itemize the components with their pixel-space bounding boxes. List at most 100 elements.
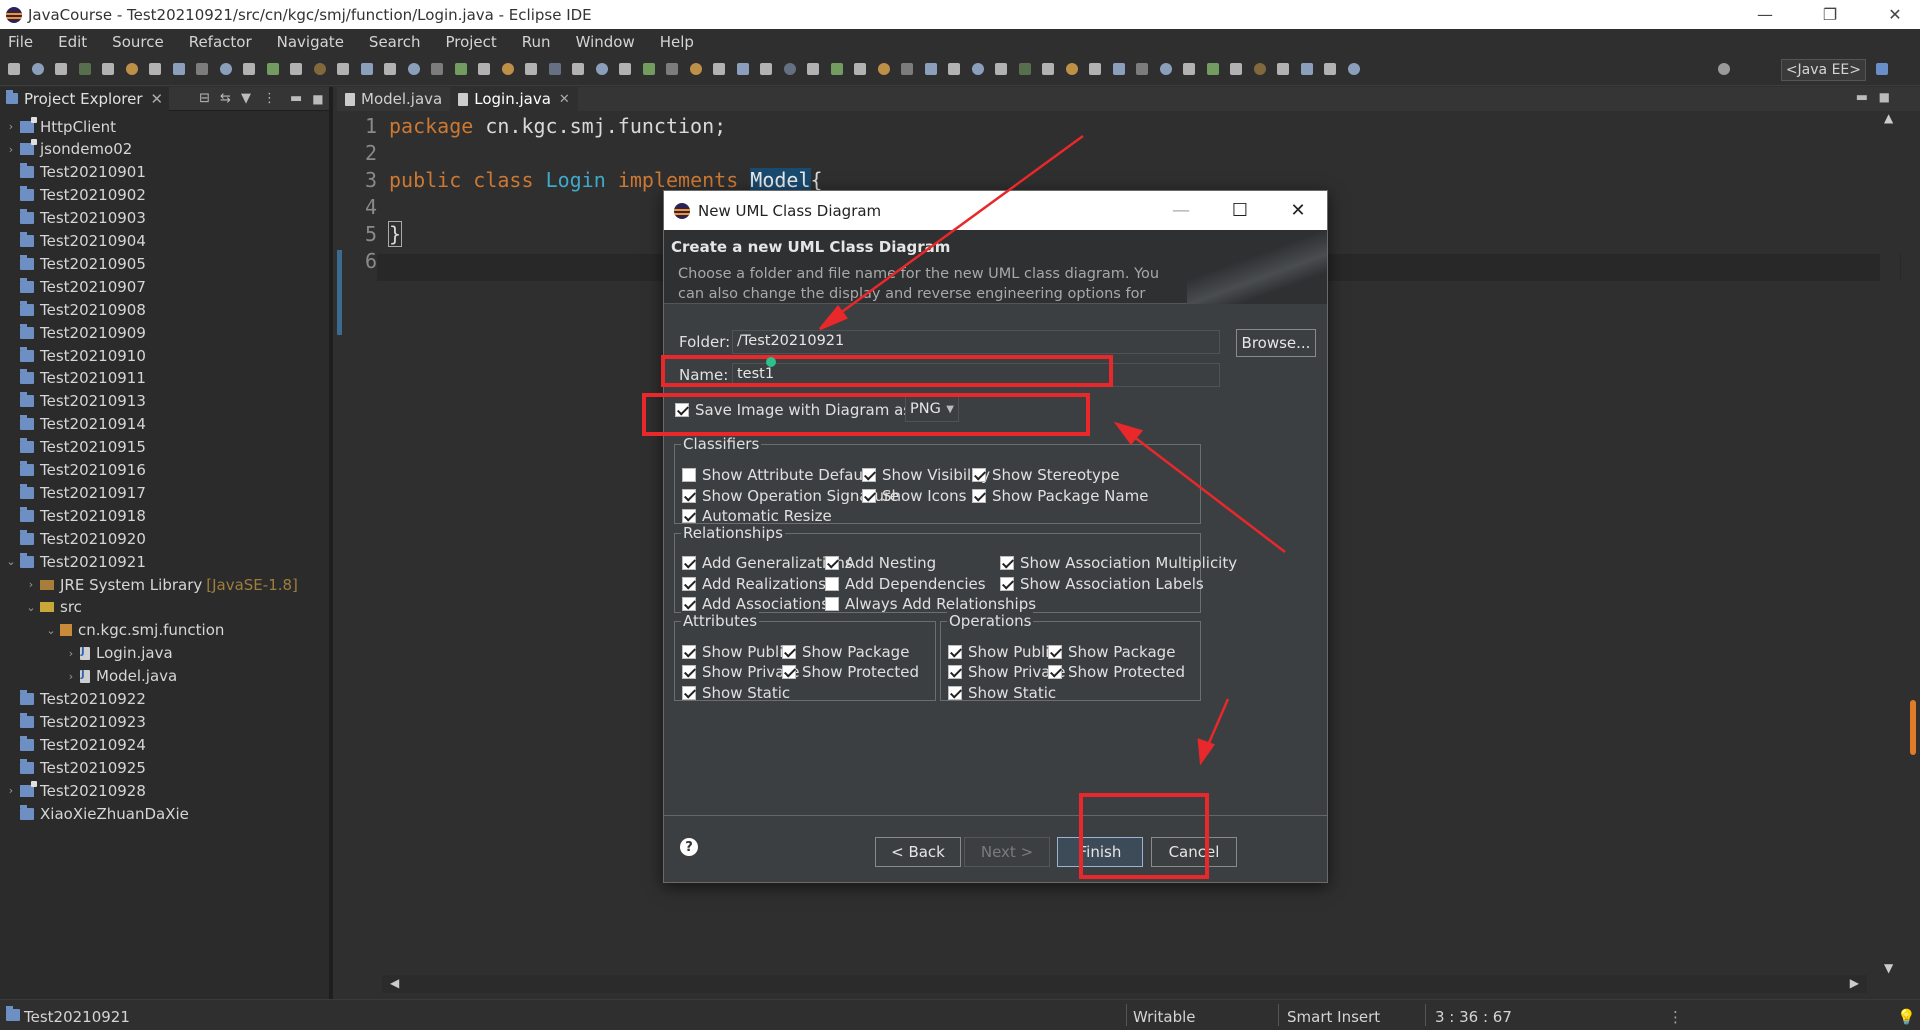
dialog-minimize-icon[interactable]: — <box>1152 191 1210 230</box>
menu-project[interactable]: Project <box>445 33 496 51</box>
attributes-checkbox[interactable]: Show Protected <box>782 661 919 683</box>
back-button[interactable]: < Back <box>875 837 961 867</box>
tree-item[interactable]: › jsondemo02 <box>0 138 132 161</box>
tree-item[interactable]: Test20210910 <box>0 344 146 367</box>
toolbar-button-icon[interactable] <box>219 63 232 75</box>
toolbar-button-icon[interactable] <box>1159 63 1172 75</box>
code-line-1[interactable]: package cn.kgc.smj.function; <box>389 114 726 138</box>
toolbar-button-icon[interactable] <box>125 63 138 75</box>
toolbar-button-icon[interactable] <box>1018 63 1031 75</box>
editor-vertical-scrollbar[interactable]: ▲ ▼ <box>1880 111 1900 975</box>
toolbar-button-icon[interactable] <box>1112 63 1125 75</box>
tree-item[interactable]: Test20210911 <box>0 367 146 390</box>
toolbar-button-icon[interactable] <box>8 63 20 75</box>
toolbar-button-icon[interactable] <box>290 63 302 75</box>
toolbar-button-icon[interactable] <box>1183 63 1195 75</box>
toolbar-button-icon[interactable] <box>1065 63 1078 75</box>
tip-icon[interactable]: 💡 <box>1897 1008 1916 1026</box>
maximize-view-icon[interactable]: ■ <box>312 92 323 106</box>
attributes-checkbox[interactable]: Show Public <box>682 641 792 663</box>
classifiers-checkbox[interactable]: Show Visibility <box>862 464 990 486</box>
expand-chevron-icon[interactable]: ⌄ <box>6 555 16 568</box>
classifiers-checkbox[interactable]: Show Icons <box>862 485 966 507</box>
next-button[interactable]: Next > <box>964 837 1050 867</box>
toolbar-button-icon[interactable] <box>1089 63 1101 75</box>
close-tab-icon[interactable]: ✕ <box>559 92 570 107</box>
tree-item[interactable]: Test20210916 <box>0 459 146 482</box>
toolbar-button-icon[interactable] <box>1300 63 1313 75</box>
scroll-down-icon[interactable]: ▼ <box>1884 961 1893 975</box>
toolbar-button-icon[interactable] <box>266 63 279 75</box>
toolbar-button-icon[interactable] <box>713 63 725 75</box>
link-editor-icon[interactable]: ⇆ <box>220 91 231 106</box>
toolbar-button-icon[interactable] <box>337 63 349 75</box>
toolbar-button-icon[interactable] <box>1324 63 1336 75</box>
relationships-checkbox[interactable]: Show Association Multiplicity <box>1000 552 1237 574</box>
menu-window[interactable]: Window <box>576 33 635 51</box>
tree-item[interactable]: › JRE System Library [JavaSE-1.8] <box>0 573 298 596</box>
tree-item[interactable]: › Test20210928 <box>0 779 146 802</box>
toolbar-button-icon[interactable] <box>1230 63 1242 75</box>
toolbar-button-icon[interactable] <box>313 63 326 75</box>
expand-chevron-icon[interactable]: › <box>66 647 76 660</box>
tree-item[interactable]: XiaoXieZhuanDaXie <box>0 802 189 825</box>
tree-item[interactable]: › HttpClient <box>0 115 116 138</box>
toolbar-button-icon[interactable] <box>995 63 1007 75</box>
toolbar-button-icon[interactable] <box>548 63 561 75</box>
toolbar-button-icon[interactable] <box>807 63 819 75</box>
toolbar-button-icon[interactable] <box>854 63 866 75</box>
tree-item[interactable]: ⌄ cn.kgc.smj.function <box>0 619 224 642</box>
toolbar-button-icon[interactable] <box>877 63 890 75</box>
toolbar-button-icon[interactable] <box>619 63 631 75</box>
toolbar-button-icon[interactable] <box>572 63 584 75</box>
scroll-left-icon[interactable]: ◀ <box>390 976 399 990</box>
toolbar-button-icon[interactable] <box>243 63 255 75</box>
tree-item[interactable]: Test20210908 <box>0 298 146 321</box>
dialog-maximize-icon[interactable]: ☐ <box>1211 191 1269 230</box>
toolbar-button-icon[interactable] <box>501 63 514 75</box>
toolbar-button-icon[interactable] <box>525 63 537 75</box>
toolbar-button-icon[interactable] <box>78 63 91 75</box>
collapse-all-icon[interactable]: ⊟ <box>199 91 210 106</box>
toolbar-button-icon[interactable] <box>407 63 420 75</box>
expand-chevron-icon[interactable]: › <box>26 578 36 591</box>
relationships-checkbox[interactable]: Always Add Relationships <box>825 593 1036 615</box>
menu-file[interactable]: File <box>8 33 33 51</box>
toolbar-button-icon[interactable] <box>595 63 608 75</box>
operations-checkbox[interactable]: Show Package <box>1048 641 1175 663</box>
menu-help[interactable]: Help <box>660 33 694 51</box>
tree-item[interactable]: Test20210914 <box>0 413 146 436</box>
tree-item[interactable]: Test20210915 <box>0 436 146 459</box>
tab-model-java[interactable]: Model.java <box>337 87 450 111</box>
toolbar-button-icon[interactable] <box>149 63 161 75</box>
classifiers-checkbox[interactable]: Show Stereotype <box>972 464 1120 486</box>
minimize-icon[interactable]: — <box>1740 0 1790 29</box>
expand-chevron-icon[interactable]: ⌄ <box>46 624 56 637</box>
minimize-editor-icon[interactable]: ▬ <box>1856 90 1868 105</box>
tree-item[interactable]: Test20210924 <box>0 733 146 756</box>
toolbar-button-icon[interactable] <box>736 63 749 75</box>
perspective-java-ee[interactable]: <Java EE> <box>1780 59 1866 81</box>
toolbar-button-icon[interactable] <box>384 63 396 75</box>
view-menu-icon[interactable]: ⋮ <box>263 91 276 106</box>
toolbar-button-icon[interactable] <box>1136 63 1148 75</box>
scroll-right-icon[interactable]: ▶ <box>1850 976 1859 990</box>
code-line-3[interactable]: public class Login implements Model{ <box>389 168 823 192</box>
tree-item[interactable]: Test20210925 <box>0 756 146 779</box>
toolbar-button-icon[interactable] <box>360 63 373 75</box>
perspective-icon[interactable] <box>1876 63 1888 75</box>
attributes-checkbox[interactable]: Show Static <box>682 682 790 704</box>
expand-chevron-icon[interactable]: ⌄ <box>26 601 36 614</box>
toolbar-button-icon[interactable] <box>1347 63 1360 75</box>
tree-item[interactable]: Test20210913 <box>0 390 146 413</box>
relationships-checkbox[interactable]: Add Associations <box>682 593 829 615</box>
toolbar-button-icon[interactable] <box>55 63 67 75</box>
filter-icon[interactable]: ▼ <box>241 91 251 106</box>
editor-horizontal-scrollbar[interactable]: ◀ ▶ <box>382 975 1867 993</box>
restore-icon[interactable]: ❐ <box>1805 0 1855 29</box>
classifiers-checkbox[interactable]: Show Package Name <box>972 485 1148 507</box>
scroll-up-icon[interactable]: ▲ <box>1884 111 1893 125</box>
menu-refactor[interactable]: Refactor <box>189 33 252 51</box>
close-tab-icon[interactable]: ✕ <box>151 90 164 108</box>
relationships-checkbox[interactable]: Show Association Labels <box>1000 573 1204 595</box>
